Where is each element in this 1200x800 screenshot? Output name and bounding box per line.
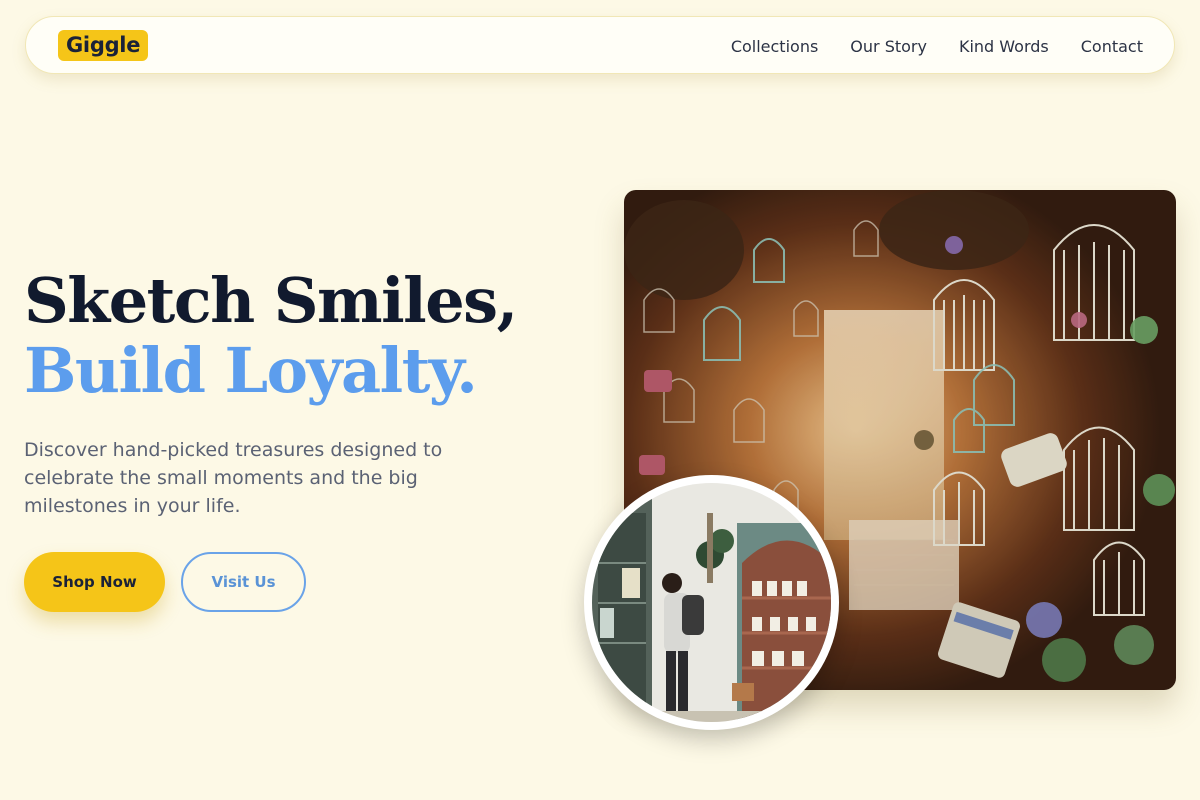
hero-title-line1: Sketch Smiles,: [24, 264, 518, 337]
shop-now-button[interactable]: Shop Now: [24, 552, 165, 612]
nav-link-collections[interactable]: Collections: [731, 37, 818, 56]
hero-inset-image: [584, 475, 839, 730]
hero-title: Sketch Smiles, Build Loyalty.: [24, 264, 518, 407]
shopper-illustration: [592, 483, 831, 722]
nav-link-contact[interactable]: Contact: [1081, 37, 1143, 56]
nav-link-our-story[interactable]: Our Story: [850, 37, 927, 56]
visit-us-button[interactable]: Visit Us: [181, 552, 306, 612]
hero-description: Discover hand-picked treasures designed …: [24, 439, 443, 517]
navbar: Giggle Collections Our Story Kind Words …: [25, 16, 1175, 74]
nav-links: Collections Our Story Kind Words Contact: [699, 17, 1143, 75]
hero-title-line2: Build Loyalty.: [24, 334, 478, 407]
nav-link-kind-words[interactable]: Kind Words: [959, 37, 1049, 56]
logo[interactable]: Giggle: [58, 30, 149, 61]
